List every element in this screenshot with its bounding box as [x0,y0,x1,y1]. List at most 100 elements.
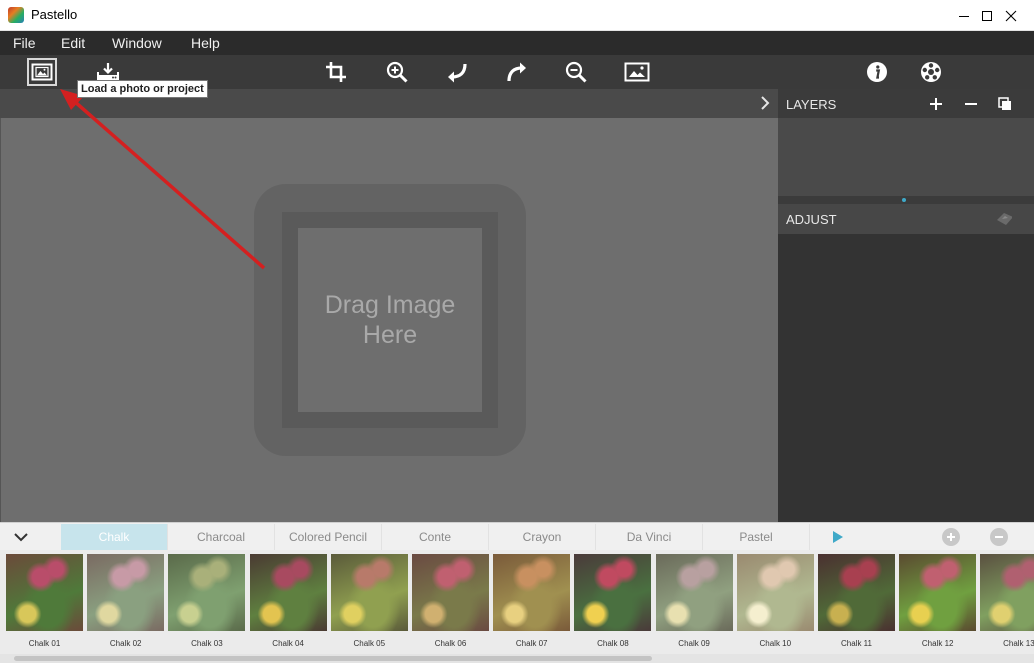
zoom-out-button[interactable] [561,58,591,86]
preset-thumbnail[interactable]: Chalk 08 [574,554,652,648]
tab-pastel[interactable]: Pastel [703,524,810,551]
save-project-icon [97,63,119,81]
panel-splitter-handle[interactable] [902,198,906,202]
adjust-eraser-button[interactable] [996,211,1012,227]
chevron-down-icon[interactable] [12,529,30,545]
remove-layer-button[interactable] [963,96,979,112]
tab-chalk[interactable]: Chalk [61,524,168,551]
thumbnail-image [574,554,652,631]
settings-button[interactable] [916,58,946,86]
preset-thumbnail[interactable]: Chalk 07 [493,554,571,648]
load-photo-tooltip: Load a photo or project [77,80,208,98]
style-tab-bar: Chalk Charcoal Colored Pencil Conte Cray… [0,522,1034,551]
fit-image-icon [624,62,650,82]
drop-zone-inner: Drag Image Here [298,228,482,412]
menu-bar: File Edit Window Help [0,31,1034,55]
thumbnail-label: Chalk 12 [921,639,954,648]
thumbnail-label: Chalk 10 [759,639,792,648]
crop-button[interactable] [321,58,351,86]
eraser-icon [997,213,1012,225]
tab-crayon[interactable]: Crayon [489,524,596,551]
tab-colored-pencil[interactable]: Colored Pencil [275,524,382,551]
tab-da-vinci[interactable]: Da Vinci [596,524,703,551]
adjust-panel-body [778,234,1034,522]
drop-text-line2: Here [362,321,418,349]
preset-thumbnail[interactable]: Chalk 02 [87,554,165,648]
thumbnail-label: Chalk 09 [678,639,710,648]
plus-icon [947,533,955,541]
preset-thumbnail[interactable]: Chalk 01 [6,554,83,648]
layers-title: LAYERS [786,97,837,112]
duplicate-icon [998,97,1011,110]
preset-thumbnail[interactable]: Chalk 10 [736,554,814,648]
remove-preset-button[interactable] [990,528,1008,546]
info-button[interactable] [862,58,892,86]
thumbnail-image [412,554,489,631]
thumbnail-label: Chalk 04 [272,639,304,648]
crop-icon [326,62,346,82]
right-panel: LAYERS ADJUST [778,89,1034,522]
close-icon [1005,10,1017,21]
thumbnail-label: Chalk 08 [597,639,629,648]
preset-thumbnail[interactable]: Chalk 03 [168,554,246,648]
preset-thumbnail[interactable]: Chalk 05 [330,554,408,648]
preset-thumbnails: Chalk 01 Chalk 02 Chalk 03 Chalk 04 Chalk 05… [0,550,1034,663]
thumbnail-label: Chalk 06 [434,639,467,648]
fit-image-button[interactable] [622,58,652,86]
menu-help[interactable]: Help [191,35,220,51]
zoom-out-icon [565,61,587,83]
zoom-in-icon [386,61,408,83]
thumbnail-image [330,554,408,631]
info-icon [867,62,887,82]
undo-icon [448,63,467,83]
preset-thumbnail[interactable]: Chalk 06 [412,554,489,648]
thumbnail-image [736,554,814,631]
thumbnail-image [655,554,733,631]
zoom-in-button[interactable] [382,58,412,86]
preset-thumbnail[interactable]: Chalk 04 [249,554,327,648]
drop-text-line1: Drag Image [324,291,456,319]
thumbnail-label: Chalk 11 [841,639,872,648]
load-photo-button[interactable] [27,58,57,86]
thumbnail-label: Chalk 03 [191,639,223,648]
menu-file[interactable]: File [13,35,36,51]
thumbnail-image [6,554,83,631]
preset-thumbnail[interactable]: Chalk 12 [899,554,977,648]
preset-thumbnail[interactable]: Chalk 11 [818,554,895,648]
menu-edit[interactable]: Edit [61,35,85,51]
image-canvas[interactable]: Drag Image Here [0,118,778,522]
thumbnail-image [899,554,977,631]
drop-zone-frame: Drag Image Here [282,212,498,428]
chevron-right-icon[interactable] [757,95,773,111]
undo-button[interactable] [442,58,472,86]
thumbnail-label: Chalk 02 [109,639,142,648]
title-bar: Pastello [0,0,1034,31]
adjust-header: ADJUST [778,204,1034,234]
tab-conte[interactable]: Conte [382,524,489,551]
scrollbar-thumb[interactable] [14,656,652,661]
redo-icon [507,62,526,82]
thumbnail-label: Chalk 07 [515,639,548,648]
layers-list[interactable] [778,118,1034,196]
tab-charcoal[interactable]: Charcoal [168,524,275,551]
redo-button[interactable] [502,58,532,86]
thumbnails-scrollbar[interactable] [0,654,1034,663]
thumbnail-image [493,554,571,631]
add-preset-button[interactable] [942,528,960,546]
preset-thumbnail[interactable]: Chalk 09 [655,554,733,648]
menu-window[interactable]: Window [112,35,162,51]
window-title: Pastello [31,7,78,22]
minus-icon [995,536,1003,538]
add-layer-button[interactable] [928,96,944,112]
close-button[interactable] [988,0,1034,31]
thumbnail-label: Chalk 13 [1003,639,1034,648]
thumbnail-image [980,554,1034,631]
preset-thumbnail[interactable]: Chalk 13 [980,554,1034,648]
app-icon [8,7,24,23]
duplicate-layer-button[interactable] [997,96,1013,112]
drop-zone-text: Drag Image Here [315,290,465,350]
thumbnail-label: Chalk 01 [28,639,61,648]
drop-zone[interactable]: Drag Image Here [254,184,526,456]
play-next-icon[interactable] [832,530,844,544]
minus-icon [965,103,977,105]
